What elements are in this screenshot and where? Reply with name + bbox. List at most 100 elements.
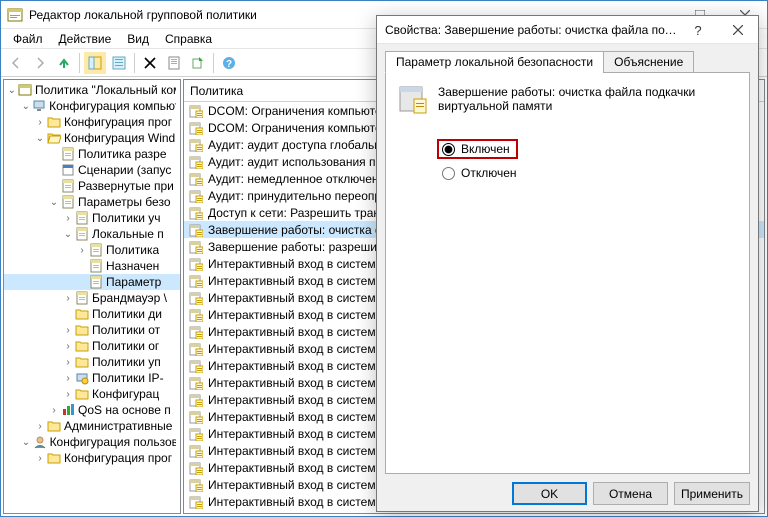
tree-twisty[interactable]: ⌄: [20, 437, 32, 448]
tree-node-computer_config[interactable]: ⌄Конфигурация компьют: [4, 98, 180, 114]
tree-node-icon: [32, 98, 47, 114]
radio-disabled[interactable]: [442, 167, 455, 180]
list-item-label: Интерактивный вход в систему: п: [208, 410, 395, 424]
tree-node-security_options[interactable]: Параметр: [4, 274, 180, 290]
tree-node-software_restrict[interactable]: › Политики ог: [4, 338, 180, 354]
tree-node-label: Политики уп: [92, 355, 161, 369]
tree-node-audit_policy[interactable]: ›Политика: [4, 242, 180, 258]
show-list-button[interactable]: [108, 52, 130, 74]
tree-node-name_resolution[interactable]: Политика разре: [4, 146, 180, 162]
tree-twisty[interactable]: ›: [62, 341, 74, 352]
policy-item-icon: [188, 426, 204, 442]
tree-node-deployed_printers[interactable]: Развернутые при: [4, 178, 180, 194]
menu-view[interactable]: Вид: [119, 30, 157, 48]
tree-node-qos[interactable]: › QoS на основе п: [4, 402, 180, 418]
list-item-label: Интерактивный вход в систему: п: [208, 427, 395, 441]
up-button[interactable]: [53, 52, 75, 74]
policy-item-icon: [188, 290, 204, 306]
policy-item-icon: [188, 392, 204, 408]
tab-explain[interactable]: Объяснение: [603, 51, 694, 73]
tree-twisty[interactable]: ⌄: [48, 197, 60, 208]
tree-twisty[interactable]: ›: [62, 373, 74, 384]
menu-file[interactable]: Файл: [5, 30, 51, 48]
properties-button[interactable]: [163, 52, 185, 74]
policy-item-icon: [188, 443, 204, 459]
apply-button[interactable]: Применить: [674, 482, 750, 505]
tree-node-label: Политика "Локальный ком: [35, 83, 176, 97]
tree-node-root[interactable]: ⌄ Политика "Локальный ком: [4, 82, 180, 98]
delete-button[interactable]: [139, 52, 161, 74]
tree-twisty[interactable]: ›: [34, 453, 46, 464]
menu-help[interactable]: Справка: [157, 30, 220, 48]
radio-enabled-row[interactable]: Включен: [437, 139, 518, 159]
tree-node-appcontrol[interactable]: › Политики уп: [4, 354, 180, 370]
toolbar-separator: [134, 53, 135, 73]
tree-node-windows_config[interactable]: ⌄Конфигурация Wind: [4, 130, 180, 146]
tree-twisty[interactable]: ›: [62, 213, 74, 224]
list-item-label: Интерактивный вход в систему: т: [208, 495, 394, 509]
tree-node-label: Политики от: [92, 323, 160, 337]
properties-dialog: Свойства: Завершение работы: очистка фай…: [376, 15, 759, 512]
tree-twisty[interactable]: ⌄: [34, 133, 46, 144]
tree-node-security_settings[interactable]: ⌄Параметры безо: [4, 194, 180, 210]
tree-node-icon: [74, 386, 90, 402]
dialog-help-button[interactable]: ?: [678, 16, 718, 44]
list-item-label: Интерактивный вход в систему: з: [208, 291, 394, 305]
policy-item-icon: [188, 375, 204, 391]
tree-twisty[interactable]: ›: [34, 117, 46, 128]
tab-pane: Завершение работы: очистка файла подкачк…: [385, 72, 750, 474]
tree-node-scripts[interactable]: Сценарии (запус: [4, 162, 180, 178]
forward-button[interactable]: [29, 52, 51, 74]
tree-node-icon: [74, 210, 90, 226]
tree-node-icon: [60, 146, 76, 162]
ok-button[interactable]: OK: [512, 482, 587, 505]
tree-twisty[interactable]: ›: [62, 389, 74, 400]
tree-node-firewall[interactable]: ›Брандмауэр \: [4, 290, 180, 306]
tree-twisty[interactable]: ›: [62, 325, 74, 336]
list-item-label: Интерактивный вход в систему: н: [208, 359, 395, 373]
tree-twisty[interactable]: ›: [48, 405, 60, 416]
tree-node-user_rights[interactable]: Назначен: [4, 258, 180, 274]
tree-node-local_policies[interactable]: ⌄ Локальные п: [4, 226, 180, 242]
tree-twisty[interactable]: ⌄: [62, 229, 74, 240]
tree-node-user_software[interactable]: ›Конфигурация прог: [4, 450, 180, 466]
tree-node-ipsec[interactable]: ›Политики IP-: [4, 370, 180, 386]
tree-node-icon: [46, 450, 62, 466]
policy-item-icon: [188, 256, 204, 272]
list-item-label: Доступ к сети: Разрешить трансл: [208, 206, 393, 220]
tree-twisty[interactable]: ›: [62, 357, 74, 368]
radio-disabled-row[interactable]: Отключен: [440, 163, 739, 183]
radio-enabled[interactable]: [442, 143, 455, 156]
tree-node-icon: [74, 338, 90, 354]
policy-item-icon: [188, 239, 204, 255]
menu-action[interactable]: Действие: [51, 30, 120, 48]
cancel-button[interactable]: Отмена: [593, 482, 668, 505]
toolbar-separator: [79, 53, 80, 73]
tree-twisty[interactable]: ›: [62, 293, 74, 304]
export-button[interactable]: [187, 52, 209, 74]
tree-node-software_config[interactable]: ›Конфигурация прог: [4, 114, 180, 130]
tree-node-user_config[interactable]: ⌄Конфигурация пользов: [4, 434, 180, 450]
tree-twisty[interactable]: ⌄: [20, 101, 32, 112]
tree-node-account_policies[interactable]: ›Политики уч: [4, 210, 180, 226]
back-button[interactable]: [5, 52, 27, 74]
dialog-close-button[interactable]: [718, 16, 758, 44]
tree-node-icon: [74, 290, 90, 306]
tree-node-network_list[interactable]: Политики ди: [4, 306, 180, 322]
tab-security-setting[interactable]: Параметр локальной безопасности: [385, 51, 604, 73]
tree-node-label: Политики ог: [92, 339, 159, 353]
tree-node-advanced_audit[interactable]: ›Конфигурац: [4, 386, 180, 402]
tree-twisty[interactable]: ›: [34, 421, 46, 432]
tree-twisty[interactable]: ›: [76, 245, 88, 256]
tree-twisty[interactable]: ⌄: [6, 85, 18, 96]
tree-node-label: Развернутые при: [78, 179, 174, 193]
help-button[interactable]: ?: [218, 52, 240, 74]
tree-node-icon: [32, 434, 48, 450]
tree-node-label: Локальные п: [92, 227, 164, 241]
tree-node-public_key[interactable]: › Политики от: [4, 322, 180, 338]
tree-node-icon: [88, 258, 104, 274]
list-item-label: Интерактивный вход в систему: п: [208, 444, 395, 458]
show-tree-button[interactable]: [84, 52, 106, 74]
tree-node-admin_templates[interactable]: ›Административные: [4, 418, 180, 434]
tree-node-label: QoS на основе п: [78, 403, 171, 417]
